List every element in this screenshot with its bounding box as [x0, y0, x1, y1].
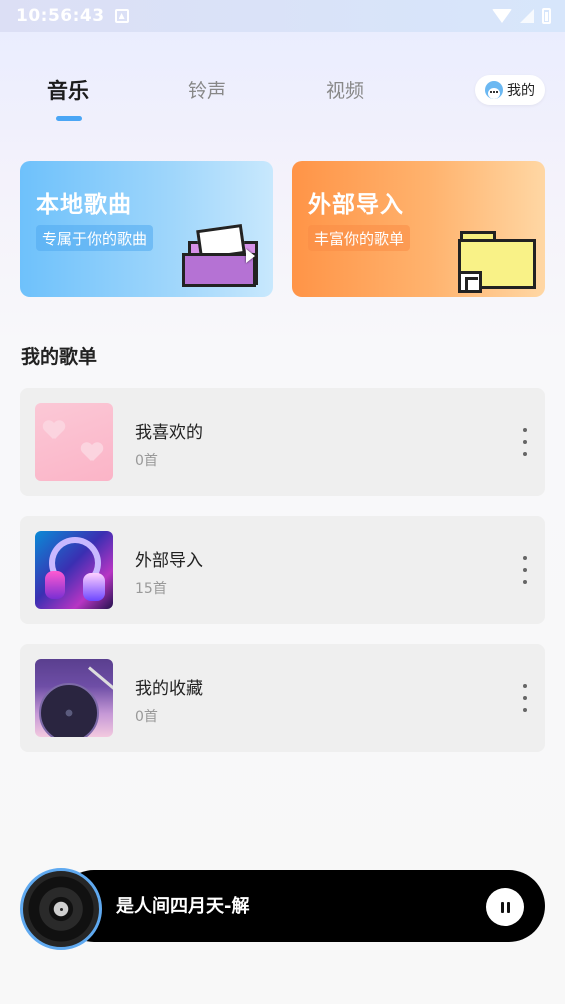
mini-player[interactable]: 是人间四月天-解 [20, 868, 545, 950]
folder-shortcut-icon [458, 231, 538, 295]
signal-icon [520, 9, 534, 23]
playlist-title: 我的收藏 [135, 679, 203, 699]
avatar-icon [485, 81, 503, 99]
local-songs-card[interactable]: 本地歌曲 专属于你的歌曲 [20, 161, 273, 297]
status-bar: 10:56:43 [0, 0, 565, 32]
card-subtitle: 丰富你的歌单 [308, 225, 411, 251]
status-icons [492, 8, 551, 24]
battery-icon [542, 8, 551, 24]
card-title: 本地歌曲 [36, 192, 132, 218]
more-options-icon[interactable] [519, 684, 531, 712]
section-title: 我的歌单 [21, 346, 98, 368]
playlist-item[interactable]: 我的收藏 0首 [20, 644, 545, 752]
status-time: 10:56:43 [16, 6, 105, 26]
hearts-cover [35, 403, 113, 481]
wifi-icon [492, 9, 512, 23]
headphones-cover [35, 531, 113, 609]
folder-icon [182, 223, 268, 289]
card-title: 外部导入 [308, 192, 404, 218]
playlist-item[interactable]: 我喜欢的 0首 [20, 388, 545, 496]
tab-video[interactable]: 视频 [326, 76, 364, 103]
playlist-title: 外部导入 [135, 551, 203, 571]
vinyl-disc-icon[interactable] [20, 868, 102, 950]
more-options-icon[interactable] [519, 556, 531, 584]
playlist-count: 0首 [135, 709, 158, 725]
vinyl-cover [35, 659, 113, 737]
card-subtitle: 专属于你的歌曲 [36, 225, 154, 251]
playlist-count: 15首 [135, 581, 167, 597]
import-card[interactable]: 外部导入 丰富你的歌单 [292, 161, 545, 297]
pause-button[interactable] [486, 888, 524, 926]
heart-icon [81, 443, 103, 463]
profile-button[interactable]: 我的 [475, 75, 545, 105]
more-options-icon[interactable] [519, 428, 531, 456]
tab-ringtone[interactable]: 铃声 [188, 76, 226, 103]
playlist-count: 0首 [135, 453, 158, 469]
now-playing-title: 是人间四月天-解 [116, 896, 250, 917]
heart-icon [43, 421, 65, 441]
profile-label: 我的 [507, 83, 535, 99]
tab-music[interactable]: 音乐 [47, 75, 89, 105]
playlist-title: 我喜欢的 [135, 423, 203, 443]
tab-indicator [56, 116, 82, 121]
playlist-item[interactable]: 外部导入 15首 [20, 516, 545, 624]
notification-icon [114, 9, 129, 23]
